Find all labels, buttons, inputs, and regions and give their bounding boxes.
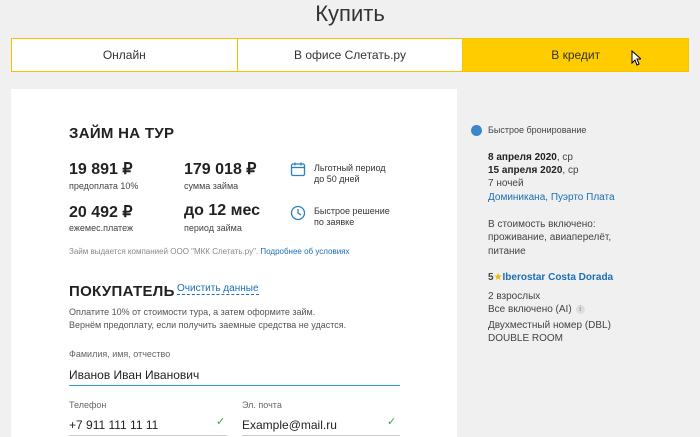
buyer-note-line1: Оплатите 10% от стоимости тура, а затем … — [69, 307, 316, 317]
fast-decision-line2: по заявке — [314, 217, 355, 227]
loan-terms-link[interactable]: Подробнее об условиях — [260, 247, 349, 256]
fast-decision-text: Быстрое решение по заявке — [314, 206, 390, 228]
hotel-heading: 5★Iberostar Costa Dorada — [488, 272, 613, 283]
name-field[interactable] — [69, 364, 400, 386]
date-to-date: 15 апреля 2020 — [488, 165, 563, 176]
included-line1: проживание, авиаперелёт, — [488, 232, 612, 243]
room-type: Двухместный номер (DBL) — [488, 320, 611, 331]
date-from-date: 8 апреля 2020 — [488, 152, 557, 163]
included-title: В стоимость включено: — [488, 219, 596, 230]
meal-plan: Все включено (AI) i — [488, 304, 585, 315]
tab-office[interactable]: В офисе Слетать.ру — [238, 39, 464, 71]
star-icon: ★ — [493, 272, 503, 283]
loan-amount-value: 179 018 ₽ — [184, 161, 257, 178]
loan-period-value: до 12 мес — [184, 202, 261, 219]
payment-tabs: Онлайн В офисе Слетать.ру В кредит — [11, 38, 689, 72]
grace-period-line2: до 50 дней — [314, 174, 360, 184]
meal-info-icon[interactable]: i — [575, 304, 585, 314]
mouse-cursor-icon — [631, 50, 641, 66]
hotel-name-link[interactable]: Iberostar Costa Dorada — [503, 272, 614, 283]
buyer-title: ПОКУПАТЕЛЬ — [69, 283, 175, 300]
phone-field[interactable] — [69, 414, 227, 436]
date-to-day: , ср — [562, 165, 579, 176]
tab-credit[interactable]: В кредит — [463, 39, 689, 71]
nights-count: 7 ночей — [488, 178, 524, 189]
prepayment-label: предоплата 10% — [69, 181, 139, 191]
loan-disclaimer: Займ выдается компанией ООО "МКК Слетать… — [69, 247, 350, 256]
date-from-day: , ср — [556, 152, 573, 163]
tab-online[interactable]: Онлайн — [12, 39, 238, 71]
name-field-label: Фамилия, имя, отчество — [69, 349, 171, 359]
clear-data-link[interactable]: Очистить данные — [177, 283, 259, 295]
date-from: 8 апреля 2020, ср — [488, 152, 573, 163]
prepayment-value: 19 891 ₽ — [69, 161, 133, 178]
quick-booking-label: Быстрое бронирование — [488, 125, 587, 135]
meal-plan-text: Все включено (AI) — [488, 304, 572, 315]
fast-decision-line1: Быстрое решение — [314, 206, 390, 216]
email-field-label: Эл. почта — [242, 400, 282, 410]
guests-count: 2 взрослых — [488, 291, 541, 302]
email-field[interactable] — [242, 414, 400, 436]
monthly-payment-value: 20 492 ₽ — [69, 204, 133, 221]
loan-amount-label: сумма займа — [184, 181, 239, 191]
phone-valid-check-icon: ✓ — [216, 416, 226, 428]
email-valid-check-icon: ✓ — [387, 416, 397, 428]
loan-period-label: период займа — [184, 223, 242, 233]
buyer-note-line2: Вернём предоплату, если получить заемные… — [69, 320, 347, 330]
phone-field-label: Телефон — [69, 400, 107, 410]
monthly-payment-label: ежемес.платеж — [69, 223, 134, 233]
date-to: 15 апреля 2020, ср — [488, 165, 579, 176]
calendar-icon — [290, 162, 306, 177]
clock-icon — [290, 205, 306, 221]
loan-title: ЗАЙМ НА ТУР — [69, 125, 175, 142]
page-title: Купить — [315, 1, 385, 26]
page: Купить Онлайн В офисе Слетать.ру В креди… — [0, 0, 700, 437]
disclaimer-text: Займ выдается компанией ООО "МКК Слетать… — [69, 247, 259, 256]
included-line2: питание — [488, 246, 526, 257]
quick-booking-icon — [471, 125, 482, 136]
grace-period-line1: Льготный период — [314, 163, 386, 173]
grace-period-text: Льготный период до 50 дней — [314, 163, 386, 185]
destination-link[interactable]: Доминикана, Пуэрто Плата — [488, 192, 615, 203]
room-type-en: DOUBLE ROOM — [488, 333, 564, 344]
